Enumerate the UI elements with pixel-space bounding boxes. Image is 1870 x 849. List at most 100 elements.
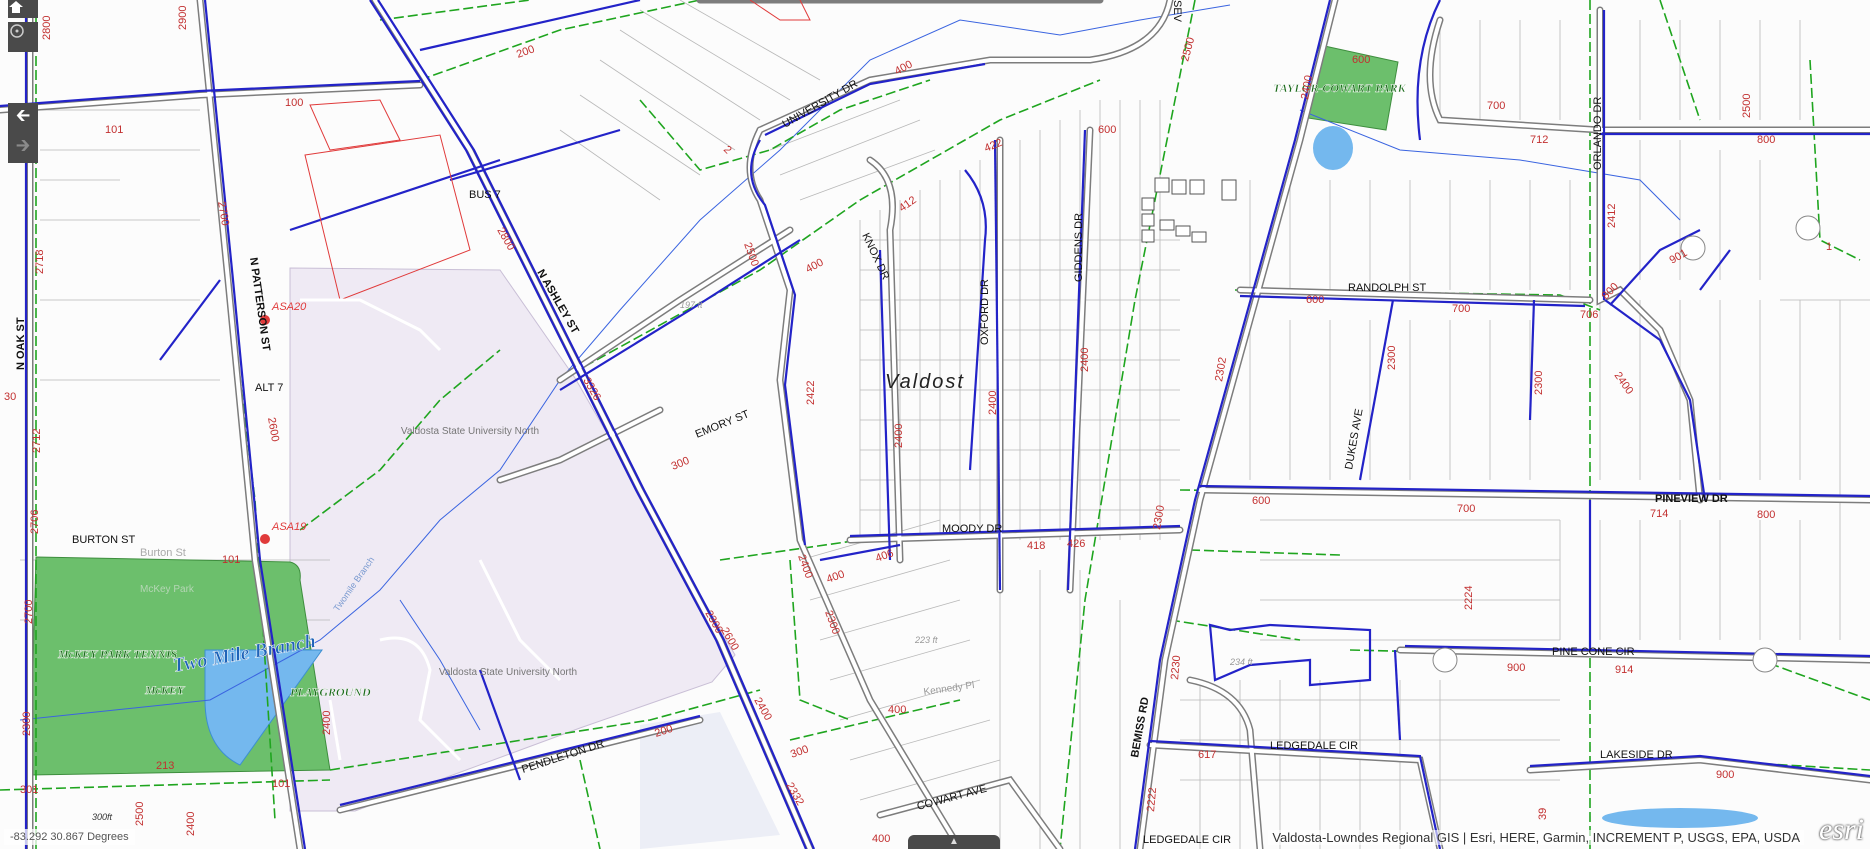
address-label: 300 xyxy=(789,743,810,761)
city-label: Valdost xyxy=(885,371,965,393)
park-label-taylor-cowart: TAYLOR-COWART PARK xyxy=(1273,81,1407,95)
address-label: 2712 xyxy=(31,429,43,453)
address-label: 2300 xyxy=(822,609,842,636)
address-label: 2706 xyxy=(29,510,41,534)
forward-arrow-icon: 🡲 xyxy=(15,135,31,155)
address-label: 800 xyxy=(1757,509,1775,521)
next-extent-button[interactable]: 🡲 xyxy=(8,133,38,163)
park-label-playground: PLAYGROUND xyxy=(290,685,371,699)
address-label: 706 xyxy=(1580,309,1598,321)
street-label-knox: KNOX DR xyxy=(859,231,891,282)
locate-icon xyxy=(10,24,24,38)
address-label: 30 xyxy=(4,391,16,403)
locate-button[interactable] xyxy=(8,22,38,52)
pond-north xyxy=(1313,126,1353,170)
address-label: 2224 xyxy=(1463,586,1475,610)
address-label: 426 xyxy=(1067,538,1085,550)
address-label: 600 xyxy=(1252,495,1270,507)
address-label: 2300 xyxy=(1533,371,1545,395)
address-label: 2600 xyxy=(265,416,281,442)
address-label: 39 xyxy=(1537,808,1549,820)
street-label-moody: MOODY DR xyxy=(942,523,1002,535)
street-label-sev: SEV xyxy=(1171,0,1183,23)
chevron-up-icon: ▲ xyxy=(949,836,959,847)
park-label-mckey-tennis: McKEY PARK TENNIS xyxy=(57,647,178,661)
cul-de-sac-icon xyxy=(1795,215,1821,241)
address-label: 1 xyxy=(1826,241,1832,253)
park-label-mckey-a: McKEY xyxy=(144,683,186,697)
address-label: 2302 xyxy=(1213,356,1229,382)
address-label: 700 xyxy=(1457,503,1475,515)
address-label: 2400 xyxy=(321,711,333,735)
address-label: 2230 xyxy=(1169,655,1183,680)
elevation-label: 300ft xyxy=(92,812,113,822)
address-label: 2800 xyxy=(41,16,53,40)
address-label: 2222 xyxy=(1145,787,1159,812)
street-label-oxford: OXFORD DR xyxy=(979,279,991,345)
address-label: 2500 xyxy=(741,241,761,268)
address-label: 712 xyxy=(1530,134,1548,146)
address-label: 2400 xyxy=(1079,348,1091,372)
street-label-pine-cone: PINE CONE CIR xyxy=(1552,646,1635,658)
street-label-university: UNIVERSITY DR xyxy=(781,78,860,131)
street-label-burton-faint: Burton St xyxy=(140,547,186,559)
address-label: 2500 xyxy=(1179,36,1197,63)
address-label: 617 xyxy=(1198,749,1216,761)
asa19-marker-icon[interactable] xyxy=(260,534,270,544)
address-label: 914 xyxy=(1615,664,1633,676)
address-label: 2 xyxy=(721,144,734,157)
address-label: 213 xyxy=(156,760,174,772)
address-label: 600 xyxy=(1306,294,1324,306)
address-label: 200 xyxy=(515,43,536,61)
address-label: 2300 xyxy=(1386,346,1398,370)
street-label-ledgedale-2: LEDGEDALE CIR xyxy=(1143,834,1231,846)
map-canvas[interactable]: N OAK ST N PATTERSON ST N ASHLEY ST BEMI… xyxy=(0,0,1870,849)
street-label-pineview: PINEVIEW DR xyxy=(1655,493,1728,505)
address-label: 2500 xyxy=(134,802,146,826)
address-label: 101 xyxy=(272,778,290,790)
place-label-vsu-north-2: Valdosta State University North xyxy=(439,667,577,678)
cul-de-sac-icon xyxy=(1432,647,1458,673)
address-label: 2422 xyxy=(805,381,817,405)
esri-logo[interactable]: esri xyxy=(1819,813,1864,847)
asa20-label: ASA20 xyxy=(271,301,307,313)
back-arrow-icon: 🡰 xyxy=(15,105,31,125)
pond-south xyxy=(1602,808,1758,828)
address-label: 301 xyxy=(20,784,38,796)
address-label: 2700 xyxy=(215,200,231,226)
street-label-dukes: DUKES AVE xyxy=(1343,408,1366,471)
address-label: 600 xyxy=(1098,124,1116,136)
place-label-vsu-north-1: Valdosta State University North xyxy=(401,426,539,437)
home-button[interactable] xyxy=(8,0,38,18)
address-label: 100 xyxy=(285,97,303,109)
address-label: 400 xyxy=(804,256,826,275)
address-label: 2718 xyxy=(34,250,46,274)
panel-toggle-button[interactable]: ▲ xyxy=(908,835,1000,849)
address-label: 300 xyxy=(670,455,692,473)
street-label-ledgedale: LEDGEDALE CIR xyxy=(1270,740,1358,752)
address-label: 2500 xyxy=(1741,94,1753,118)
address-label: 2900 xyxy=(177,6,189,30)
park-label-mckey-faint: McKey Park xyxy=(140,584,195,595)
address-label: 400 xyxy=(872,833,890,845)
address-label: 2400 xyxy=(1612,370,1636,397)
previous-extent-button[interactable]: 🡰 xyxy=(8,103,38,133)
route-label-alt7: ALT 7 xyxy=(255,382,283,394)
address-label: 2300 xyxy=(21,712,33,736)
street-label-giddens: GIDDENS DR xyxy=(1073,213,1085,282)
map-view[interactable]: N OAK ST N PATTERSON ST N ASHLEY ST BEMI… xyxy=(0,0,1870,849)
street-label-randolph: RANDOLPH ST xyxy=(1348,282,1427,294)
address-label: 418 xyxy=(1027,540,1045,552)
coordinate-readout: -83.292 30.867 Degrees xyxy=(4,829,135,845)
home-icon xyxy=(9,1,23,13)
red-parcels xyxy=(304,0,811,301)
street-label-kennedy-pl: Kennedy Pl xyxy=(923,680,975,698)
address-label: 900 xyxy=(1716,769,1734,781)
cul-de-sac-icon xyxy=(1752,647,1778,673)
buildings xyxy=(1141,177,1237,243)
address-label: 700 xyxy=(1452,303,1470,315)
street-label-n-patterson: N PATTERSON ST xyxy=(247,257,272,352)
address-label: 101 xyxy=(105,124,123,136)
map-attribution: Valdosta-Lowndes Regional GIS | Esri, HE… xyxy=(1268,830,1804,845)
address-label: 101 xyxy=(222,554,240,566)
